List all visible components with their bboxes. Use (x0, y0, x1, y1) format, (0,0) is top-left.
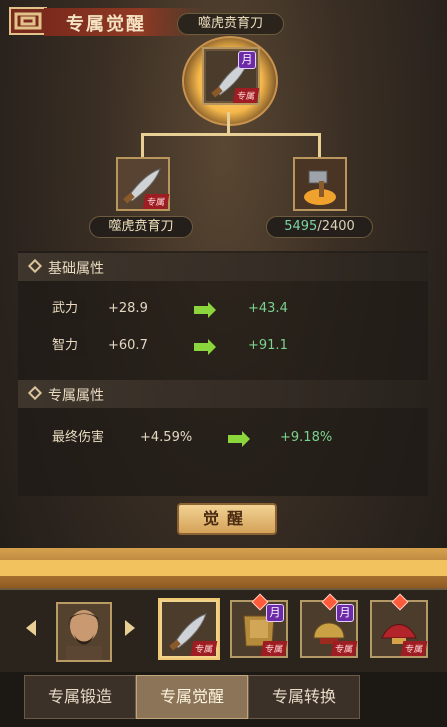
exclusive-tag: 专属 (260, 641, 288, 656)
section-exclusive-title: 专属属性 (48, 388, 104, 404)
exclusive-tag: 专属 (400, 641, 428, 656)
attr-name: 智力 (44, 336, 87, 356)
hammer-icon (304, 170, 336, 205)
material-blade-name: 噬虎贲育刀 (89, 216, 193, 238)
material-count: 5495/2400 (266, 216, 373, 238)
hero-portrait[interactable] (56, 602, 112, 662)
awaken-screen: 专属觉醒 噬虎贲育刀 月 专属 专属 噬虎贲育刀 5495/2400 基础属性 … (0, 0, 447, 727)
exclusive-tag: 专属 (190, 641, 218, 656)
tab-awaken[interactable]: 专属觉醒 (136, 675, 248, 719)
moon-badge: 月 (238, 51, 256, 69)
tray-item-mount[interactable]: 专属 (370, 593, 428, 658)
attribute-panel: 基础属性 武力 +28.9 +43.4 智力 +60.7 +91.1 专属属性 … (18, 251, 428, 496)
tree-line-vertical (227, 112, 230, 134)
moon-badge: 月 (266, 604, 284, 622)
material-count-current: 5495 (284, 219, 318, 234)
arrow-right-icon (228, 431, 250, 447)
attr-new-value: +91.1 (248, 338, 288, 353)
attr-old-value: +60.7 (108, 338, 148, 353)
attr-name: 最终伤害 (44, 428, 113, 448)
target-item-name: 噬虎贲育刀 (177, 13, 284, 35)
page-title: 专属觉醒 (66, 14, 146, 35)
section-base: 基础属性 (18, 253, 428, 281)
tab-forge[interactable]: 专属锻造 (24, 675, 136, 719)
material-count-required: /2400 (317, 219, 355, 234)
attr-old-value: +28.9 (108, 301, 148, 316)
section-base-title: 基础属性 (48, 261, 104, 277)
tray-item-blade[interactable]: 专属 (160, 600, 218, 658)
exclusive-tag: 专属 (330, 641, 358, 656)
material-blade-slot[interactable]: 专属 (116, 157, 170, 211)
hero-face-icon (66, 610, 102, 660)
material-hammer-slot[interactable] (293, 157, 347, 211)
exclusive-tag: 专属 (232, 88, 260, 103)
diamond-icon (27, 385, 43, 401)
attr-name: 武力 (44, 299, 87, 319)
diamond-icon (27, 258, 43, 274)
tree-line-horizontal (141, 133, 321, 136)
attr-new-value: +9.18% (280, 430, 333, 445)
tray-item-armor[interactable]: 月 专属 (230, 593, 288, 658)
arrow-right-icon (194, 302, 216, 318)
tab-convert[interactable]: 专属转换 (248, 675, 360, 719)
target-item-slot[interactable]: 月 专属 (202, 47, 260, 105)
section-exclusive: 专属属性 (18, 380, 428, 408)
arrow-right-icon (194, 339, 216, 355)
tray-item-helmet[interactable]: 月 专属 (300, 593, 358, 658)
exclusive-tag: 专属 (142, 194, 170, 209)
tree-line-left (141, 133, 144, 157)
prev-arrow-icon[interactable] (26, 620, 36, 636)
next-arrow-icon[interactable] (125, 620, 135, 636)
attr-new-value: +43.4 (248, 301, 288, 316)
awaken-button[interactable]: 觉醒 (177, 503, 277, 535)
header: 专属觉醒 (0, 0, 204, 40)
moon-badge: 月 (336, 604, 354, 622)
tree-line-right (318, 133, 321, 157)
chest-glow (0, 560, 447, 576)
attr-old-value: +4.59% (140, 430, 193, 445)
